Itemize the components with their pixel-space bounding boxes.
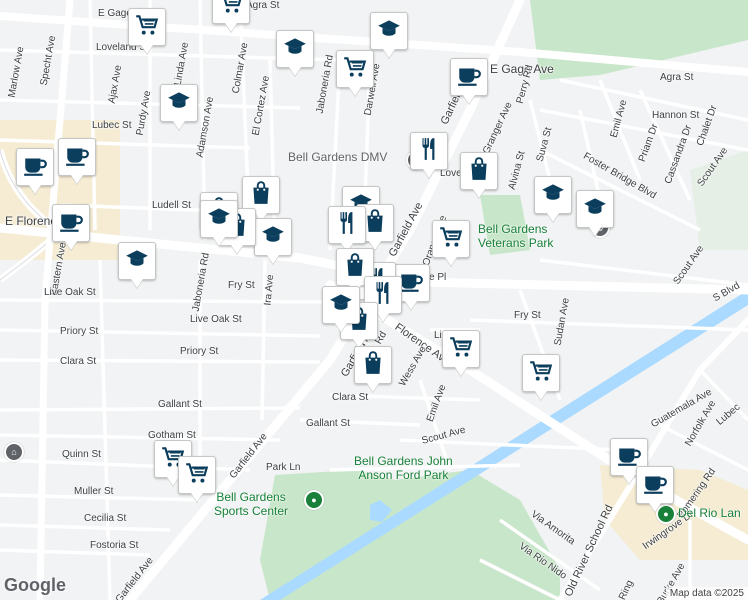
shopping-cart-icon: [184, 460, 210, 491]
fork-knife-icon: [334, 210, 360, 241]
school-pin-icon[interactable]: ⌂: [4, 442, 24, 462]
street-label: Live Oak St: [190, 314, 242, 325]
street-label: Cecilia St: [84, 513, 127, 524]
graduation-cap-marker[interactable]: [276, 30, 314, 68]
street-label: Muller St: [74, 486, 114, 497]
shopping-cart-icon: [218, 0, 244, 21]
place-bell-gardens-dmv[interactable]: Bell Gardens DMV: [288, 150, 387, 164]
shopping-cart-icon: [438, 224, 464, 255]
street-label: Clara St: [332, 392, 369, 403]
street-label: Park Ln: [266, 462, 301, 473]
street-label: Fry St: [228, 280, 255, 291]
street-label: Gallant St: [306, 418, 350, 429]
graduation-cap-marker[interactable]: [534, 176, 572, 214]
fork-knife-marker[interactable]: [328, 206, 366, 244]
graduation-cap-icon: [206, 204, 232, 235]
shopping-bag-icon: [466, 156, 492, 187]
shopping-cart-marker[interactable]: [128, 8, 166, 46]
coffee-cup-marker[interactable]: [16, 148, 54, 186]
street-label: Gallant St: [158, 399, 202, 410]
place-del-rio-lan[interactable]: Del Rio Lan: [678, 506, 741, 520]
street-label: Agra St: [660, 72, 694, 83]
shopping-bag-icon: [360, 350, 386, 381]
street-label: Clara St: [60, 356, 97, 367]
graduation-cap-marker[interactable]: [200, 200, 238, 238]
graduation-cap-icon: [328, 290, 354, 321]
coffee-cup-marker[interactable]: [636, 466, 674, 504]
graduation-cap-icon: [282, 34, 308, 65]
street-label: Live Oak St: [44, 287, 96, 298]
graduation-cap-icon: [260, 222, 286, 253]
street-label: Hannon St: [652, 110, 700, 121]
street-label: Ludell St: [152, 200, 191, 211]
coffee-cup-icon: [64, 142, 90, 173]
graduation-cap-icon: [376, 16, 402, 47]
street-label: Agra St: [246, 0, 280, 11]
coffee-cup-icon: [22, 152, 48, 183]
google-logo: Google: [4, 575, 66, 595]
graduation-cap-marker[interactable]: [576, 190, 614, 228]
graduation-cap-marker[interactable]: [118, 242, 156, 280]
street-label: Priory St: [60, 326, 99, 337]
graduation-cap-marker[interactable]: [254, 218, 292, 256]
place-veterans-park[interactable]: Bell Gardens Veterans Park: [478, 222, 553, 250]
coffee-cup-icon: [58, 208, 84, 239]
place-sports-center[interactable]: Bell Gardens Sports Center: [214, 490, 288, 518]
graduation-cap-icon: [124, 246, 150, 277]
shopping-cart-icon: [528, 358, 554, 389]
coffee-cup-icon: [642, 470, 668, 501]
graduation-cap-marker[interactable]: [160, 84, 198, 122]
shopping-cart-icon: [342, 54, 368, 85]
street-label: Lubec St: [92, 120, 132, 131]
shopping-cart-marker[interactable]: [212, 0, 250, 24]
shopping-cart-marker[interactable]: [522, 354, 560, 392]
coffee-cup-marker[interactable]: [450, 58, 488, 96]
street-label: Priory St: [180, 346, 219, 357]
shopping-cart-marker[interactable]: [336, 50, 374, 88]
coffee-cup-marker[interactable]: [58, 138, 96, 176]
fork-knife-marker[interactable]: [410, 132, 448, 170]
shopping-bag-icon: [248, 180, 274, 211]
street-label: E Gage: [98, 8, 132, 19]
graduation-cap-icon: [540, 180, 566, 211]
street-label: Fry St: [514, 310, 541, 321]
sports-pin-icon[interactable]: ●: [304, 490, 324, 510]
shopping-cart-marker[interactable]: [432, 220, 470, 258]
map-attribution[interactable]: Map data ©2025: [665, 587, 748, 600]
coffee-cup-marker[interactable]: [52, 204, 90, 242]
shopping-cart-marker[interactable]: [178, 456, 216, 494]
map-canvas[interactable]: E Gage Agra St Loveland St Specht Ave Ma…: [0, 0, 748, 600]
street-label: Fostoria St: [90, 540, 139, 551]
coffee-cup-icon: [456, 62, 482, 93]
graduation-cap-icon: [166, 88, 192, 119]
shopping-cart-icon: [134, 12, 160, 43]
shopping-bag-marker[interactable]: [354, 346, 392, 384]
shopping-bag-marker[interactable]: [460, 152, 498, 190]
fork-knife-icon: [416, 136, 442, 167]
graduation-cap-marker[interactable]: [370, 12, 408, 50]
graduation-cap-marker[interactable]: [322, 286, 360, 324]
shopping-cart-marker[interactable]: [442, 330, 480, 368]
graduation-cap-icon: [582, 194, 608, 225]
street-label: Quinn St: [62, 449, 101, 460]
shopping-cart-icon: [448, 334, 474, 365]
place-john-anson-ford-park[interactable]: Bell Gardens John Anson Ford Park: [354, 454, 453, 482]
